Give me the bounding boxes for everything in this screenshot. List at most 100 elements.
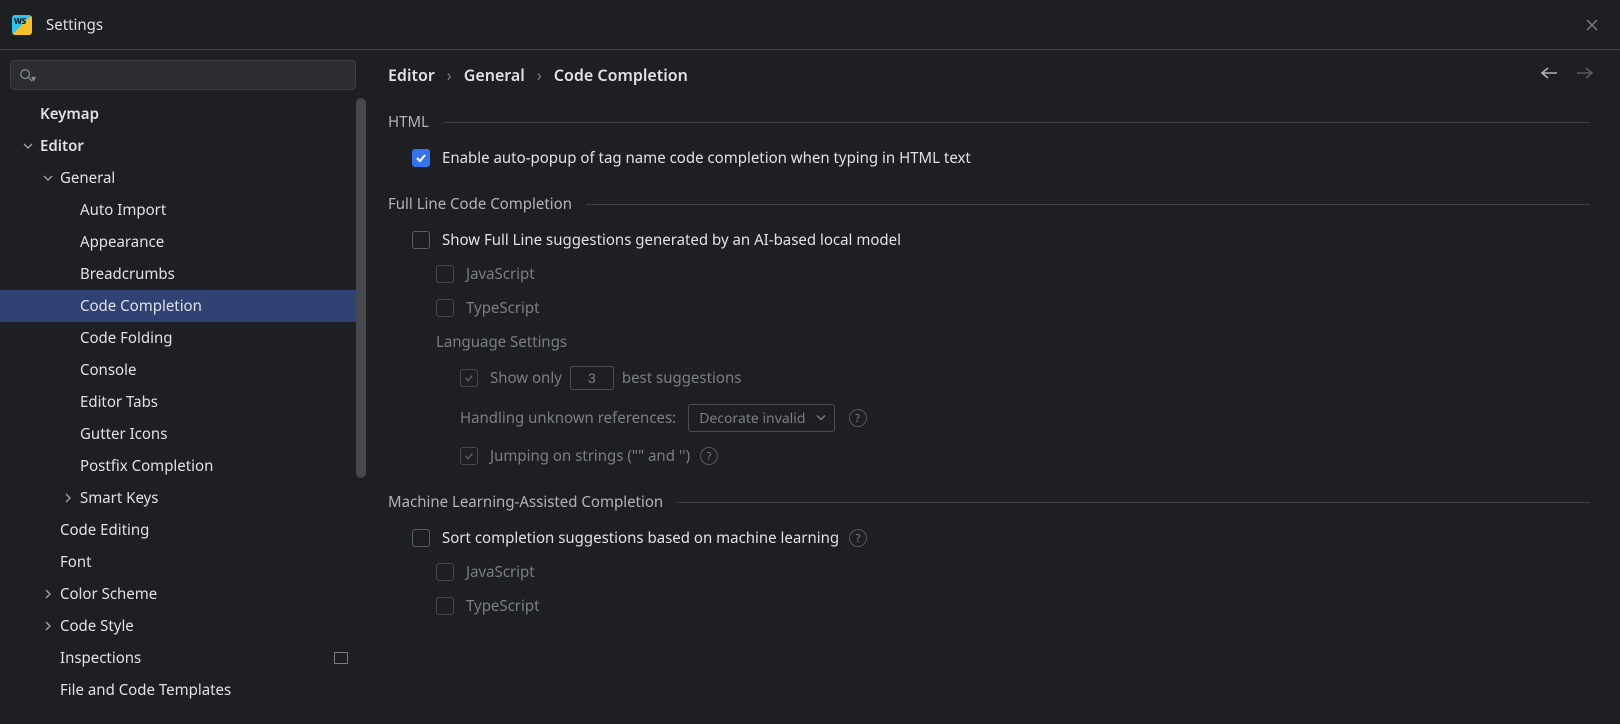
sidebar-item-editor-tabs[interactable]: Editor Tabs bbox=[0, 386, 366, 418]
sidebar-item-gutter-icons[interactable]: Gutter Icons bbox=[0, 418, 366, 450]
back-button[interactable] bbox=[1540, 66, 1558, 85]
scrollbar[interactable] bbox=[356, 98, 366, 478]
forward-button bbox=[1576, 66, 1594, 85]
option-label: Enable auto-popup of tag name code compl… bbox=[442, 148, 971, 168]
app-icon bbox=[12, 15, 32, 35]
check-icon bbox=[415, 152, 427, 164]
option-label: TypeScript bbox=[466, 298, 540, 318]
sidebar-item-keymap[interactable]: Keymap bbox=[0, 98, 366, 130]
sidebar-item-smart-keys[interactable]: Smart Keys bbox=[0, 482, 366, 514]
sidebar-item-label: General bbox=[60, 168, 115, 188]
option-html-autopopup[interactable]: Enable auto-popup of tag name code compl… bbox=[412, 148, 1590, 168]
chevron-down-icon bbox=[40, 170, 56, 186]
checkbox-unchecked[interactable] bbox=[412, 231, 430, 249]
help-icon[interactable]: ? bbox=[849, 409, 867, 427]
sidebar-item-code-folding[interactable]: Code Folding bbox=[0, 322, 366, 354]
best-suggestions-input bbox=[570, 366, 614, 390]
nav-arrows bbox=[1540, 66, 1594, 85]
option-ml-sort[interactable]: Sort completion suggestions based on mac… bbox=[412, 528, 1590, 548]
option-fullline-ts: TypeScript bbox=[436, 298, 1590, 318]
breadcrumb-item[interactable]: Editor bbox=[388, 64, 435, 86]
checkbox-disabled bbox=[460, 369, 478, 387]
option-label: Show Full Line suggestions generated by … bbox=[442, 230, 901, 250]
option-fullline-show[interactable]: Show Full Line suggestions generated by … bbox=[412, 230, 1590, 250]
sidebar-item-font[interactable]: Font bbox=[0, 546, 366, 578]
option-label: JavaScript bbox=[466, 264, 535, 284]
option-label: TypeScript bbox=[466, 596, 540, 616]
breadcrumb-sep: › bbox=[537, 64, 542, 86]
section-full-line: Full Line Code Completion Show Full Line… bbox=[388, 194, 1590, 466]
search-input[interactable] bbox=[42, 67, 347, 84]
chevron-down-icon bbox=[816, 409, 826, 428]
sidebar-item-color-scheme[interactable]: Color Scheme bbox=[0, 578, 366, 610]
sidebar-item-label: Keymap bbox=[40, 104, 99, 124]
sidebar-item-code-editing[interactable]: Code Editing bbox=[0, 514, 366, 546]
settings-tree[interactable]: Keymap Editor General Auto Import Appear… bbox=[0, 98, 366, 724]
sidebar-item-code-completion[interactable]: Code Completion bbox=[0, 290, 366, 322]
sidebar-item-auto-import[interactable]: Auto Import bbox=[0, 194, 366, 226]
handling-select: Decorate invalid bbox=[688, 404, 834, 432]
option-label: JavaScript bbox=[466, 562, 535, 582]
option-ml-ts: TypeScript bbox=[436, 596, 1590, 616]
sidebar-item-label: Breadcrumbs bbox=[80, 264, 175, 284]
option-label: Handling unknown references: bbox=[460, 408, 676, 428]
sidebar-item-label: Code Style bbox=[60, 616, 134, 636]
sidebar-item-appearance[interactable]: Appearance bbox=[0, 226, 366, 258]
sidebar-item-label: Code Completion bbox=[80, 296, 202, 316]
sidebar-item-label: Font bbox=[60, 552, 92, 572]
close-icon bbox=[1585, 18, 1599, 32]
option-handling-unknown: Handling unknown references: Decorate in… bbox=[460, 404, 1590, 432]
chevron-right-icon bbox=[60, 490, 76, 506]
sidebar-item-breadcrumbs[interactable]: Breadcrumbs bbox=[0, 258, 366, 290]
option-jumping-strings: Jumping on strings ("" and '') ? bbox=[460, 446, 1590, 466]
divider bbox=[586, 204, 1590, 205]
dropdown-caret-icon: ▾ bbox=[31, 71, 36, 85]
checkbox-disabled bbox=[436, 299, 454, 317]
sidebar-item-label: Gutter Icons bbox=[80, 424, 167, 444]
sidebar: ▾ Keymap Editor General Auto Import Appe… bbox=[0, 50, 366, 724]
sidebar-item-label: Editor Tabs bbox=[80, 392, 158, 412]
section-title: Machine Learning-Assisted Completion bbox=[388, 492, 663, 512]
checkbox-checked[interactable] bbox=[412, 149, 430, 167]
divider bbox=[443, 122, 1590, 123]
titlebar: Settings bbox=[0, 0, 1620, 50]
breadcrumb-item[interactable]: General bbox=[464, 64, 525, 86]
search-field[interactable]: ▾ bbox=[10, 60, 356, 90]
sidebar-item-label: Inspections bbox=[60, 648, 141, 668]
option-fullline-js: JavaScript bbox=[436, 264, 1590, 284]
profile-badge-icon bbox=[334, 652, 348, 664]
breadcrumb: Editor › General › Code Completion bbox=[388, 64, 688, 86]
section-title: HTML bbox=[388, 112, 429, 132]
checkbox-disabled bbox=[436, 265, 454, 283]
sidebar-item-general[interactable]: General bbox=[0, 162, 366, 194]
sidebar-item-console[interactable]: Console bbox=[0, 354, 366, 386]
help-icon[interactable]: ? bbox=[849, 529, 867, 547]
sidebar-item-label: Auto Import bbox=[80, 200, 166, 220]
sidebar-item-inspections[interactable]: Inspections bbox=[0, 642, 366, 674]
sidebar-item-label: Appearance bbox=[80, 232, 164, 252]
content-panel: Editor › General › Code Completion HTML bbox=[366, 50, 1620, 724]
divider bbox=[677, 502, 1590, 503]
help-icon[interactable]: ? bbox=[700, 447, 718, 465]
close-button[interactable] bbox=[1576, 9, 1608, 41]
subheading-language-settings: Language Settings bbox=[436, 332, 1590, 352]
checkbox-disabled bbox=[436, 597, 454, 615]
sidebar-item-label: Editor bbox=[40, 136, 84, 156]
sidebar-item-file-and-code-templates[interactable]: File and Code Templates bbox=[0, 674, 366, 706]
option-ml-js: JavaScript bbox=[436, 562, 1590, 582]
chevron-down-icon bbox=[20, 138, 36, 154]
breadcrumb-sep: › bbox=[447, 64, 452, 86]
sidebar-item-label: Code Folding bbox=[80, 328, 172, 348]
select-value: Decorate invalid bbox=[699, 409, 805, 428]
sidebar-item-editor[interactable]: Editor bbox=[0, 130, 366, 162]
checkbox-unchecked[interactable] bbox=[412, 529, 430, 547]
sidebar-item-label: Color Scheme bbox=[60, 584, 157, 604]
option-label: best suggestions bbox=[622, 368, 742, 388]
section-title: Full Line Code Completion bbox=[388, 194, 572, 214]
sidebar-item-code-style[interactable]: Code Style bbox=[0, 610, 366, 642]
sidebar-item-postfix-completion[interactable]: Postfix Completion bbox=[0, 450, 366, 482]
sidebar-item-label: Code Editing bbox=[60, 520, 149, 540]
sidebar-item-label: Console bbox=[80, 360, 136, 380]
checkbox-disabled bbox=[460, 447, 478, 465]
sidebar-item-label: Smart Keys bbox=[80, 488, 158, 508]
